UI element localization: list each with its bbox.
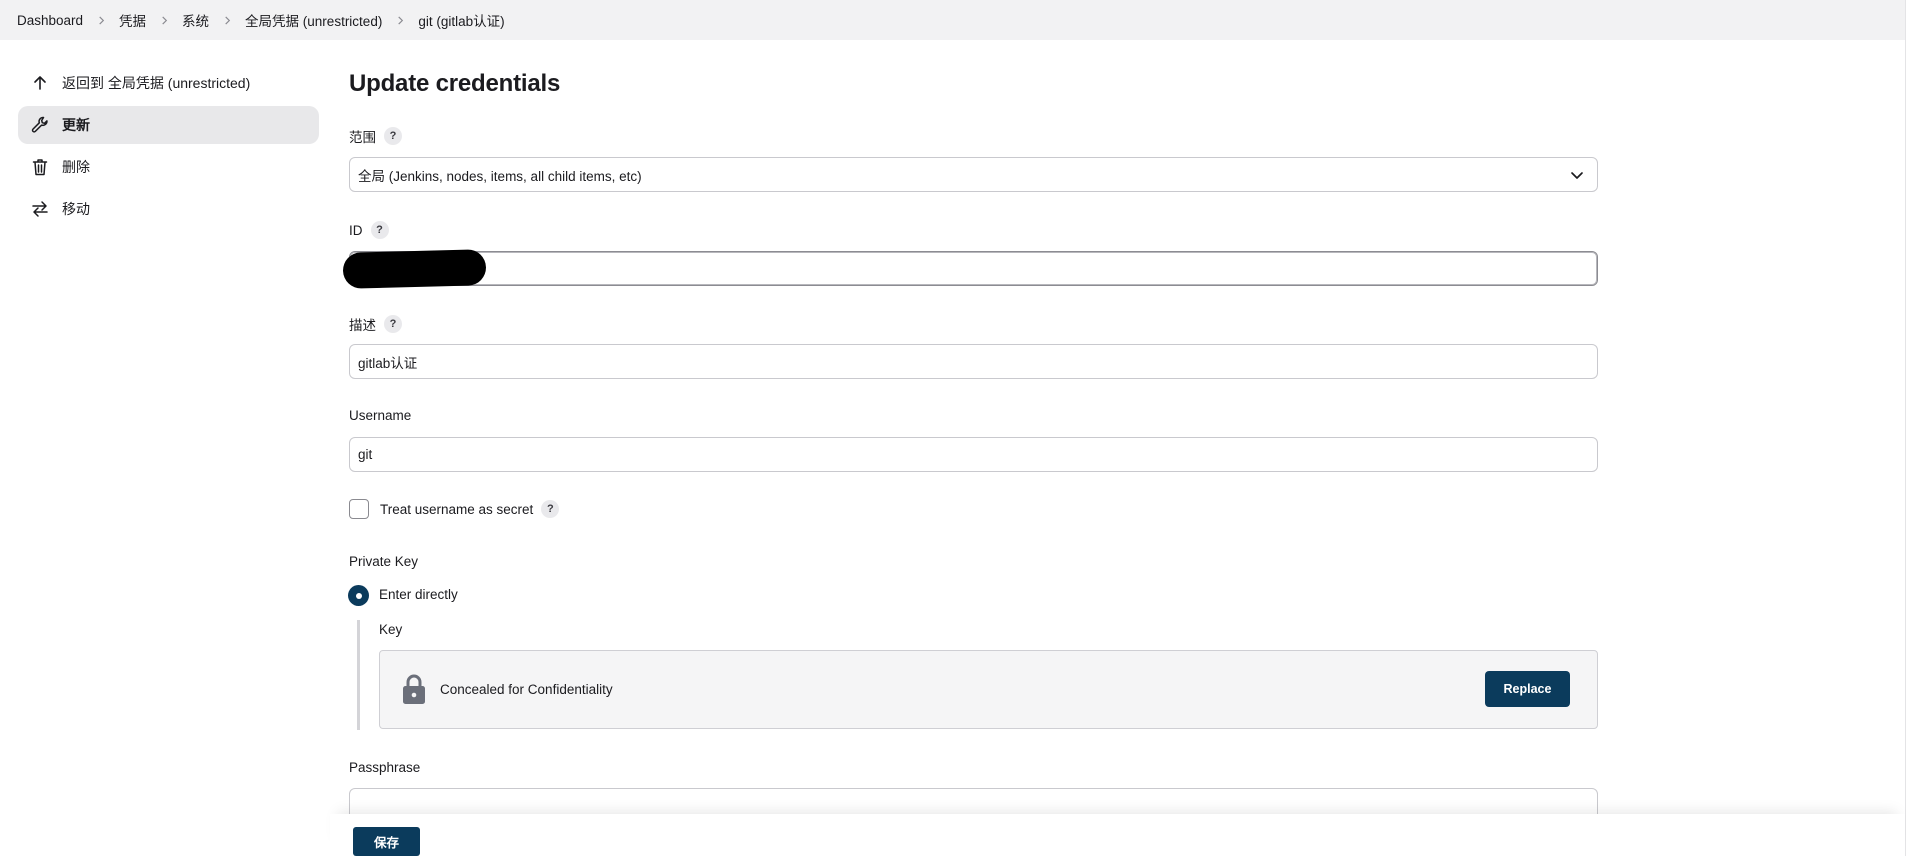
enter-directly-label[interactable]: Enter directly — [379, 587, 458, 602]
breadcrumb-dashboard[interactable]: Dashboard — [17, 13, 83, 28]
breadcrumb: Dashboard 凭据 系统 全局凭据 (unrestricted) git … — [0, 0, 1906, 40]
chevron-down-icon — [1571, 172, 1583, 179]
treat-username-secret-label: Treat username as secret ? — [380, 500, 560, 518]
arrow-up-icon — [30, 73, 50, 93]
chevron-right-icon — [382, 15, 418, 25]
radio-selected-dot — [355, 592, 362, 599]
arrows-swap-icon — [30, 199, 50, 219]
sidebar-item-label: 删除 — [62, 159, 90, 175]
page-title: Update credentials — [349, 70, 561, 97]
trash-icon — [30, 157, 50, 177]
sidebar-item-update[interactable]: 更新 — [18, 106, 319, 144]
treat-username-secret-checkbox[interactable] — [349, 499, 369, 519]
chevron-right-icon — [209, 15, 245, 25]
sidebar-item-move[interactable]: 移动 — [18, 190, 319, 228]
save-button[interactable]: 保存 — [353, 827, 420, 856]
username-label: Username — [349, 408, 411, 423]
replace-button[interactable]: Replace — [1485, 671, 1570, 707]
username-input[interactable]: git — [349, 437, 1598, 472]
id-label-text: ID — [349, 222, 363, 238]
id-help-icon[interactable]: ? — [370, 221, 389, 239]
breadcrumb-current-credential[interactable]: git (gitlab认证) — [418, 10, 504, 30]
username-label-text: Username — [349, 408, 412, 423]
id-label: ID ? — [349, 221, 389, 239]
chevron-right-icon — [146, 15, 182, 25]
key-label: Key — [379, 622, 403, 637]
concealed-key-box: Concealed for Confidentiality Replace — [379, 650, 1598, 729]
wrench-icon — [30, 115, 50, 135]
treat-username-secret-text: Treat username as secret — [380, 501, 534, 517]
redaction-mark — [342, 249, 487, 289]
private-key-label-text: Private Key — [349, 554, 419, 569]
username-input-value: git — [358, 447, 373, 462]
id-input[interactable] — [349, 251, 1598, 286]
scope-label: 范围 ? — [349, 126, 402, 146]
passphrase-label-text: Passphrase — [349, 760, 421, 775]
private-key-label: Private Key — [349, 554, 418, 569]
chevron-right-icon — [83, 15, 119, 25]
sidebar-item-back[interactable]: 返回到 全局凭据 (unrestricted) — [18, 64, 319, 102]
description-label-text: 描述 — [349, 318, 376, 333]
description-input-value: gitlab认证 — [358, 355, 418, 371]
lock-icon — [403, 674, 425, 704]
enter-directly-radio[interactable] — [348, 585, 369, 606]
sidebar-item-label: 返回到 全局凭据 (unrestricted) — [62, 75, 251, 91]
treat-secret-help-icon[interactable]: ? — [541, 500, 560, 518]
sidebar-item-label: 更新 — [62, 117, 90, 133]
breadcrumb-system[interactable]: 系统 — [182, 10, 209, 30]
description-label: 描述 ? — [349, 314, 402, 334]
sidebar-item-delete[interactable]: 删除 — [18, 148, 319, 186]
passphrase-label: Passphrase — [349, 760, 420, 775]
concealed-text: Concealed for Confidentiality — [440, 682, 613, 697]
breadcrumb-global-credentials[interactable]: 全局凭据 (unrestricted) — [245, 10, 382, 30]
breadcrumb-credentials[interactable]: 凭据 — [119, 10, 146, 30]
scope-label-text: 范围 — [349, 130, 376, 145]
description-help-icon[interactable]: ? — [384, 315, 402, 333]
sidebar-item-label: 移动 — [62, 201, 90, 217]
scope-select[interactable]: 全局 (Jenkins, nodes, items, all child ite… — [349, 157, 1598, 192]
bottom-action-bar — [330, 814, 1905, 856]
description-input[interactable]: gitlab认证 — [349, 344, 1598, 379]
scope-help-icon[interactable]: ? — [384, 127, 402, 145]
scope-select-value: 全局 (Jenkins, nodes, items, all child ite… — [358, 168, 642, 184]
nested-section-line — [357, 620, 360, 730]
